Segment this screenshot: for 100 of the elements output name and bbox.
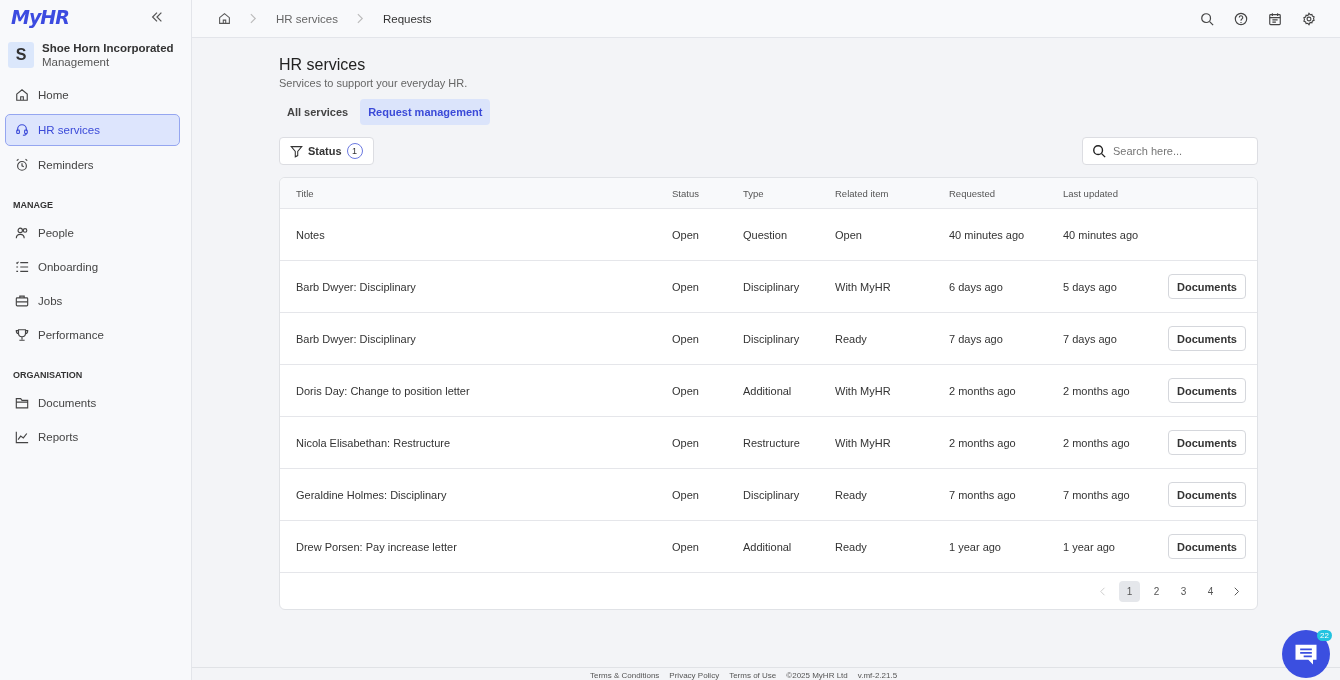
footer-link[interactable]: Terms & Conditions [590, 671, 660, 680]
logo[interactable]: MyHR [11, 6, 69, 28]
footer-link[interactable]: v.mf-2.21.5 [857, 671, 898, 680]
table-cell-text: 7 months ago [1063, 488, 1131, 501]
table-cell-text: Ready [835, 332, 868, 345]
search-field[interactable]: Search here... [1082, 137, 1258, 165]
table-cell-text: Geraldine Holmes: Disciplinary [296, 488, 448, 501]
table-cell-text: Additional [743, 384, 793, 397]
table-cell-text: 2 months ago [949, 436, 1017, 449]
table-cell-text: Doris Day: Change to position letter [296, 384, 471, 397]
table-cell-text: Open [672, 280, 700, 293]
org-role: Management [42, 56, 111, 68]
table-cell-text: Disciplinary [743, 332, 801, 345]
table-cell-text: Ready [835, 488, 868, 501]
footer-link[interactable]: Privacy Policy [669, 671, 720, 680]
org-avatar: S [8, 42, 34, 68]
people-icon [15, 226, 29, 240]
footer-link[interactable]: Terms of Use [729, 671, 777, 680]
table-cell-text: With MyHR [835, 436, 892, 449]
folder-icon [15, 396, 29, 410]
sidebar-item[interactable]: Home [5, 80, 180, 110]
table-cell-text: Drew Porsen: Pay increase letter [296, 540, 458, 553]
table-cell-text: Restructure [743, 436, 801, 449]
table-cell-text: 40 minutes ago [949, 228, 1026, 241]
table-cell-text: Open [835, 228, 863, 241]
column-header: Requested [949, 187, 996, 199]
page-subtitle: Services to support your everyday HR. [279, 77, 469, 89]
help-icon[interactable] [1234, 11, 1248, 26]
table-cell-text: Open [672, 332, 700, 345]
notification-badge: 22 [1317, 630, 1332, 641]
nav-section-heading: ORGANISATION [12, 369, 84, 382]
column-header: Type [743, 187, 765, 199]
status-filter-button[interactable]: Status 1 [279, 137, 374, 165]
table-cell-text: Open [672, 488, 700, 501]
page-title: HR services [279, 56, 367, 74]
table-cell-text: 6 days ago [949, 280, 1004, 293]
table-cell-text: Open [672, 384, 700, 397]
column-header: Last updated [1063, 187, 1119, 199]
nav-section-heading: MANAGE [12, 199, 54, 212]
documents-button[interactable]: Documents [1168, 274, 1246, 299]
alarm-clock-icon [15, 158, 29, 172]
collapse-icon[interactable] [150, 10, 164, 24]
sidebar-item[interactable]: Documents [5, 388, 180, 418]
breadcrumb-link[interactable]: HR services [276, 12, 338, 25]
sidebar-item[interactable]: Onboarding [5, 252, 180, 282]
search-icon[interactable] [1200, 11, 1214, 26]
table-cell-text: Disciplinary [743, 488, 801, 501]
tab[interactable]: Request management [360, 99, 491, 125]
table-cell-text: Barb Dwyer: Disciplinary [296, 332, 417, 345]
page-button[interactable]: 3 [1173, 580, 1194, 602]
page-button[interactable]: 2 [1146, 580, 1167, 602]
sidebar-item[interactable]: Reports [5, 422, 180, 452]
sidebar-item[interactable]: HR services [5, 114, 180, 146]
column-header: Related item [835, 187, 890, 199]
table-cell-text: Open [672, 436, 700, 449]
filter-icon [290, 144, 303, 158]
sidebar-item[interactable]: Performance [5, 320, 180, 350]
sidebar-item[interactable]: People [5, 218, 180, 248]
table-cell-text: 2 months ago [1063, 436, 1131, 449]
breadcrumb-link[interactable]: Requests [383, 12, 432, 25]
trophy-icon [15, 328, 29, 342]
table-cell-text: Open [672, 228, 700, 241]
table-cell-text: 2 months ago [1063, 384, 1131, 397]
sidebar-item[interactable]: Reminders [5, 150, 180, 180]
chevron-icon [357, 13, 364, 24]
sidebar-item[interactable]: Jobs [5, 286, 180, 316]
table-cell-text: Disciplinary [743, 280, 801, 293]
page-button[interactable]: 4 [1200, 580, 1221, 602]
table-cell-text: With MyHR [835, 384, 892, 397]
documents-button[interactable]: Documents [1168, 482, 1246, 507]
documents-button[interactable]: Documents [1168, 378, 1246, 403]
table-cell-text: Question [743, 228, 789, 241]
page-button[interactable]: 1 [1119, 580, 1140, 602]
table-cell-text: 1 year ago [949, 540, 1002, 553]
table-cell-text: 1 year ago [1063, 540, 1116, 553]
table-cell-text: Open [672, 540, 700, 553]
chevron-icon [250, 13, 257, 24]
checklist-icon [15, 260, 29, 274]
documents-button[interactable]: Documents [1168, 326, 1246, 351]
footer-link[interactable]: ©2025 MyHR Ltd [786, 671, 848, 680]
next-page-icon[interactable] [1234, 586, 1240, 596]
table-cell-text: 5 days ago [1063, 280, 1118, 293]
table-cell-text: 7 days ago [1063, 332, 1118, 345]
table-cell-text: 7 days ago [949, 332, 1004, 345]
table-cell-text: Additional [743, 540, 793, 553]
column-header: Status [672, 187, 700, 199]
table-cell-text: Barb Dwyer: Disciplinary [296, 280, 417, 293]
table-cell-text: 7 months ago [949, 488, 1017, 501]
table-cell-text: Notes [296, 228, 326, 241]
documents-button[interactable]: Documents [1168, 534, 1246, 559]
table-cell-text: Ready [835, 540, 868, 553]
home-icon[interactable] [218, 12, 231, 25]
table-cell-text: 40 minutes ago [1063, 228, 1140, 241]
briefcase-icon [15, 294, 29, 308]
documents-button[interactable]: Documents [1168, 430, 1246, 455]
line-chart-icon [15, 430, 29, 444]
settings-icon[interactable] [1302, 11, 1316, 26]
calendar-icon[interactable] [1268, 11, 1282, 26]
home-icon [15, 88, 29, 102]
tab[interactable]: All services [279, 99, 357, 125]
